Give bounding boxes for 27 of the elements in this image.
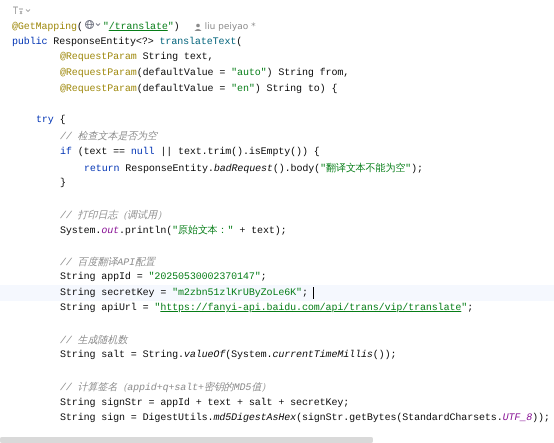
horizontal-scrollbar[interactable] xyxy=(0,437,373,443)
code-line: String sign = DigestUtils.md5DigestAsHex(signStr.getBytes(StandardCharsets.UTF_8)); xyxy=(60,413,550,424)
text-cursor xyxy=(312,287,314,300)
code-line: // 生成随机数 xyxy=(60,334,128,348)
code-line: try { xyxy=(36,115,66,126)
code-line: String signStr = appId + text + salt + secretKey; xyxy=(60,398,350,409)
code-line: return ResponseEntity.badRequest().body("翻译文本不能为空"); xyxy=(84,162,423,175)
code-line: System.out.println("原始文本：" + text); xyxy=(60,224,287,238)
code-line: @RequestParam(defaultValue = "en") String to) { xyxy=(60,84,338,95)
code-line: String appId = "20250530002370147"; xyxy=(60,272,267,284)
code-line: } xyxy=(60,178,66,189)
author-hint[interactable]: liu peiyao * xyxy=(194,22,256,32)
person-icon xyxy=(194,22,202,31)
code-line: public ResponseEntity<?> translateText( xyxy=(12,36,242,48)
code-line: String apiUrl = "https://fanyi-api.baidu.com/api/trans/vip/translate"; xyxy=(60,303,474,314)
code-line: // 计算签名（appid+q+salt+密钥的MD5值） xyxy=(60,380,272,394)
code-line: // 打印日志（调试用） xyxy=(60,208,167,222)
code-line: // 检查文本是否为空 xyxy=(60,130,157,144)
hint-icon[interactable] xyxy=(12,6,32,16)
code-line: // 百度翻译API配置 xyxy=(60,256,155,269)
code-line: if (text == null || text.trim().isEmpty()) { xyxy=(60,146,320,158)
code-line: @RequestParam String text, xyxy=(60,52,214,64)
code-line: String secretKey = "m2zbn51zlKrUByZoLe6K"; xyxy=(60,288,308,299)
code-line: @RequestParam(defaultValue = "auto") String from, xyxy=(60,68,350,80)
globe-icon[interactable] xyxy=(84,20,101,30)
code-line: String salt = String.valueOf(System.currentTimeMillis()); xyxy=(60,350,396,362)
code-line: @GetMapping( "/translate") xyxy=(12,20,180,34)
